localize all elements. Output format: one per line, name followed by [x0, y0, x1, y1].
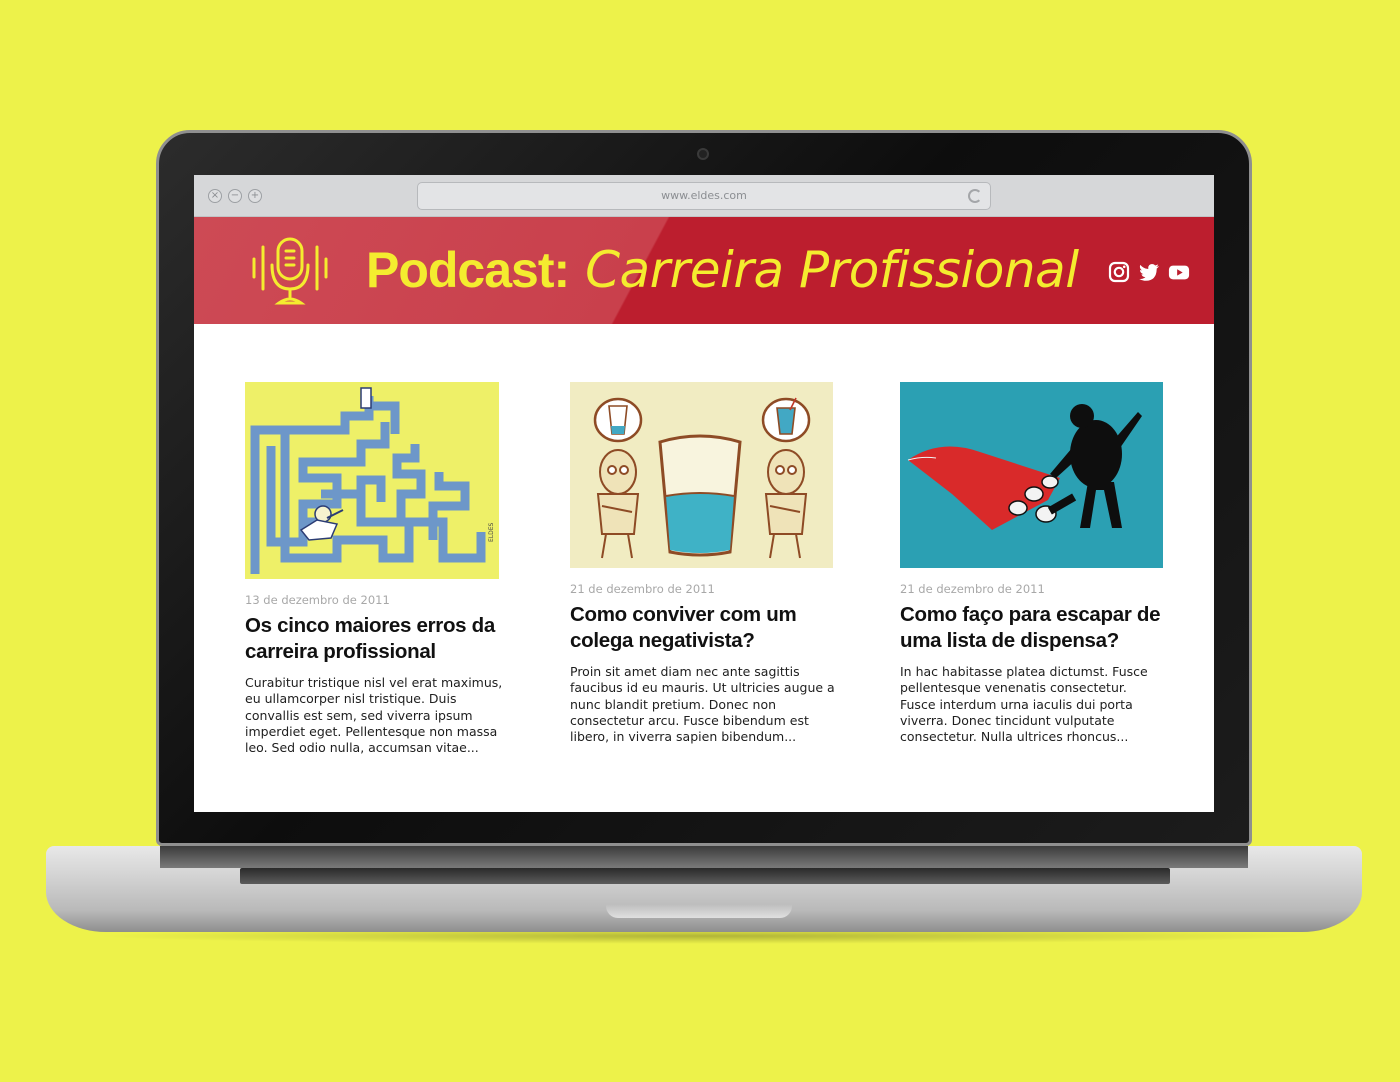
maximize-window-button[interactable]: + — [248, 189, 262, 203]
microphone-icon — [252, 237, 328, 305]
minimize-window-button[interactable]: − — [228, 189, 242, 203]
site-header: Podcast: Carreira Profissional — [194, 217, 1214, 324]
carpet-illustration[interactable] — [900, 382, 1163, 568]
instagram-icon[interactable] — [1108, 261, 1130, 283]
page-title: Podcast: Carreira Profissional — [366, 237, 1079, 303]
glass-illustration[interactable] — [570, 382, 833, 568]
article-date: 21 de dezembro de 2011 — [900, 582, 1045, 596]
browser-toolbar: × − + www.eldes.com — [194, 175, 1214, 217]
reload-icon[interactable] — [968, 189, 982, 203]
title-subject: Carreira Profissional — [585, 241, 1079, 299]
article-title[interactable]: Como faço para escapar de uma lista de d… — [900, 602, 1166, 654]
close-window-button[interactable]: × — [208, 189, 222, 203]
webcam — [697, 148, 709, 160]
article-title[interactable]: Os cinco maiores erros da carreira profi… — [245, 613, 511, 665]
address-bar-url: www.eldes.com — [661, 189, 747, 202]
trackpad-notch — [606, 904, 792, 918]
article-title[interactable]: Como conviver com um colega negativista? — [570, 602, 836, 654]
article-excerpt: Curabitur tristique nisl vel erat maximu… — [245, 675, 503, 756]
article-date: 21 de dezembro de 2011 — [570, 582, 715, 596]
article-excerpt: In hac habitasse platea dictumst. Fusce … — [900, 664, 1148, 745]
keyboard-edge — [240, 868, 1170, 884]
article-card[interactable]: ELDES 13 de dezembro de 2011 Os cinco ma… — [245, 382, 511, 756]
browser-window: × − + www.eldes.com Podcast: Carreira Pr… — [194, 175, 1214, 812]
article-card[interactable]: 21 de dezembro de 2011 Como conviver com… — [570, 382, 836, 745]
maze-illustration[interactable]: ELDES — [245, 382, 499, 579]
article-excerpt: Proin sit amet diam nec ante sagittis fa… — [570, 664, 835, 745]
address-bar[interactable]: www.eldes.com — [417, 182, 991, 210]
article-date: 13 de dezembro de 2011 — [245, 593, 390, 607]
youtube-icon[interactable] — [1168, 261, 1190, 283]
twitter-icon[interactable] — [1138, 261, 1160, 283]
laptop-hinge — [160, 846, 1248, 868]
svg-text:ELDES: ELDES — [488, 522, 495, 542]
article-card[interactable]: 21 de dezembro de 2011 Como faço para es… — [900, 382, 1166, 745]
title-podcast: Podcast: — [366, 242, 570, 298]
